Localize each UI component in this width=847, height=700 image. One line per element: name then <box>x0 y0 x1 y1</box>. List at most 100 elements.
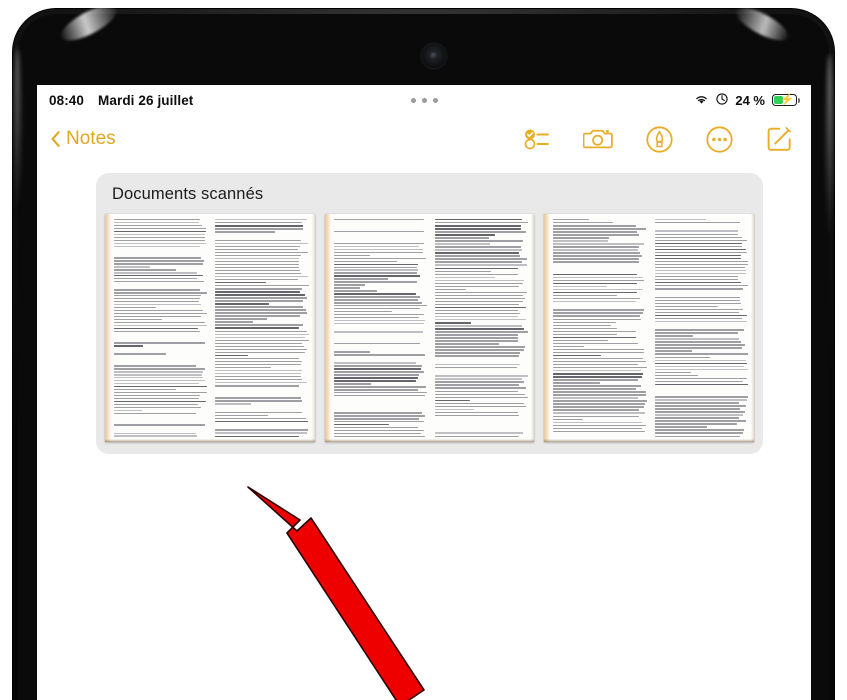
scanned-text-line <box>553 409 640 411</box>
scanned-text-line <box>553 318 642 320</box>
scanned-text-line <box>654 408 740 410</box>
text-gap <box>334 222 427 229</box>
scanned-text-line <box>435 414 520 417</box>
page-bottom-edge <box>544 439 755 442</box>
scanned-text-line <box>114 394 200 397</box>
scanned-text-line <box>553 258 640 260</box>
page-outer-edge <box>751 214 755 442</box>
scanned-text-line <box>114 342 205 344</box>
scanned-page-1[interactable] <box>105 214 315 442</box>
back-to-notes-button[interactable]: Notes <box>51 128 116 150</box>
compose-button[interactable] <box>766 126 793 153</box>
scanned-text-line <box>654 417 739 419</box>
markup-button[interactable] <box>646 125 673 153</box>
scanned-text-line <box>553 415 639 417</box>
scanned-text-line <box>333 389 419 391</box>
scanned-text-line <box>435 219 522 221</box>
scanned-text-line <box>654 429 744 431</box>
scanned-text-line <box>435 405 526 408</box>
checklist-button[interactable] <box>524 128 550 150</box>
scanned-text-line <box>654 435 740 437</box>
scanned-text-line <box>435 237 490 239</box>
scanned-text-line <box>553 234 640 236</box>
front-camera-icon <box>422 44 446 68</box>
scanned-text-line <box>654 242 743 245</box>
scanned-text-line <box>114 397 199 400</box>
text-column-right <box>435 219 529 437</box>
scanned-text-line <box>215 231 275 233</box>
scanned-text-line <box>215 260 299 263</box>
scanned-text-line <box>215 363 302 366</box>
scanned-text-line <box>215 306 304 308</box>
compose-square-pencil-icon <box>766 126 793 157</box>
scanned-text-line <box>215 309 307 311</box>
scanned-text-line <box>333 354 426 356</box>
page-text-columns <box>553 219 748 437</box>
multitask-dot <box>421 97 427 103</box>
scanned-text-line <box>333 412 422 414</box>
scanned-text-line <box>215 366 272 369</box>
scanned-text-line <box>553 351 645 354</box>
scanned-text-line <box>553 360 646 363</box>
scanned-text-line <box>215 397 301 399</box>
scanned-text-line <box>553 403 645 405</box>
scanned-text-line <box>333 248 423 251</box>
scanned-text-line <box>553 345 584 348</box>
ipad-screen: 08:40 Mardi 26 juillet 24 % ⚡ Notes Docu… <box>37 85 811 700</box>
scanned-text-line <box>333 343 420 345</box>
text-gap <box>655 225 748 229</box>
wifi-icon <box>694 93 709 108</box>
scan-camera-button[interactable] <box>582 127 613 151</box>
multitask-dot <box>410 97 416 103</box>
scanned-text-line <box>333 284 366 286</box>
scanned-text-line <box>553 348 644 351</box>
scanned-text-line <box>215 291 301 293</box>
scanned-text-line <box>654 414 743 416</box>
scanned-text-line <box>654 263 748 266</box>
scanned-page-3[interactable] <box>544 214 755 442</box>
scanned-text-line <box>435 258 528 260</box>
scanned-text-line <box>215 357 300 360</box>
scanned-text-line <box>114 432 197 434</box>
scanned-text-line <box>654 426 708 428</box>
scanned-text-line <box>215 288 302 290</box>
scanned-text-line <box>435 273 519 275</box>
scanned-text-line <box>114 409 142 411</box>
scanned-text-line <box>435 222 528 224</box>
scanned-text-line <box>215 282 266 284</box>
text-gap <box>114 249 207 256</box>
scanned-text-line <box>435 279 525 282</box>
scanned-text-line <box>114 289 201 291</box>
scanned-text-line <box>333 377 419 379</box>
scanned-text-line <box>333 435 425 437</box>
notes-toolbar: Notes <box>37 115 811 163</box>
scanned-text-line <box>435 334 519 336</box>
scanned-text-line <box>333 266 418 268</box>
scanned-text-line <box>435 337 519 339</box>
scanned-documents-card[interactable]: Documents scannés <box>96 173 763 454</box>
scanned-text-line <box>553 339 609 342</box>
scanned-text-line <box>215 411 302 414</box>
scanned-text-line <box>333 380 416 382</box>
scanned-text-line <box>654 251 747 254</box>
page-bottom-edge <box>105 439 315 442</box>
multitasking-dots-icon[interactable] <box>410 97 438 103</box>
bezel-highlight-right <box>826 54 833 244</box>
scanned-text-line <box>114 275 203 277</box>
scanned-text-line <box>435 381 525 383</box>
text-gap <box>553 304 646 308</box>
more-button[interactable] <box>706 125 733 153</box>
scanned-text-line <box>333 383 372 385</box>
scanned-text-line <box>654 320 748 323</box>
scanned-text-line <box>654 219 707 221</box>
scanned-text-line <box>654 236 742 238</box>
scanned-text-line <box>215 248 299 251</box>
scanned-text-line <box>333 290 377 292</box>
scanned-text-line <box>333 395 426 397</box>
text-gap <box>334 334 427 341</box>
scanned-text-line <box>215 382 308 384</box>
scanned-text-line <box>553 406 645 408</box>
scanned-page-2[interactable] <box>324 214 535 442</box>
text-gap <box>435 370 528 374</box>
scanned-text-line <box>654 347 743 349</box>
